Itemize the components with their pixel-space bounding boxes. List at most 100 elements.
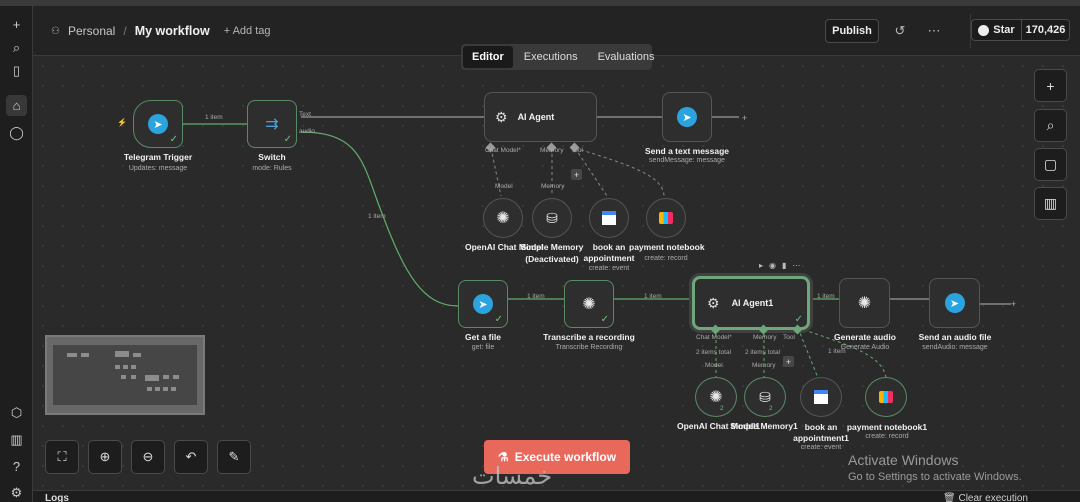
node-ai-agent[interactable]: ⚙ AI Agent: [484, 92, 597, 142]
zoom-in-icon[interactable]: ⊕: [88, 440, 122, 474]
node-send-audio[interactable]: ➤: [929, 278, 980, 328]
telegram-icon: ➤: [148, 114, 168, 134]
sticky-note-icon[interactable]: ▢: [1034, 148, 1067, 181]
panel-icon[interactable]: ▯: [6, 60, 27, 81]
node-sublabel: sendMessage: message: [649, 157, 725, 164]
history-icon[interactable]: ↺: [890, 21, 910, 41]
add-tool-button[interactable]: +: [783, 356, 794, 367]
port-label: Chat Model*: [485, 147, 521, 154]
database-icon: ⛁: [759, 388, 771, 405]
minimap-node: [131, 365, 136, 369]
node-label: AI Agent1: [731, 297, 774, 308]
node-transcribe[interactable]: ✺ ✓: [564, 280, 614, 328]
add-node-icon[interactable]: +: [1034, 69, 1067, 102]
star-count: 170,426: [1025, 24, 1066, 36]
tab-executions[interactable]: Executions: [515, 46, 587, 68]
node-openai-chat-model1[interactable]: ✺ 2: [695, 377, 737, 417]
node-label: Transcribe a recording: [543, 332, 635, 342]
minimap-node: [123, 365, 128, 369]
tab-editor[interactable]: Editor: [463, 46, 513, 68]
telegram-icon: ➤: [677, 107, 697, 127]
breadcrumb-project[interactable]: Personal: [68, 24, 115, 38]
breadcrumb: ⚇ Personal / My workflow + Add tag: [51, 24, 271, 38]
node-sublabel: create: record: [865, 433, 909, 440]
tidy-up-icon[interactable]: ✎: [217, 440, 251, 474]
add-tag-link[interactable]: + Add tag: [224, 25, 271, 37]
chart-icon[interactable]: ▥: [6, 429, 27, 450]
openai-icon: ✺: [496, 210, 510, 227]
workflow-canvas[interactable]: ⚡ ➤ ✓ Telegram Trigger Updates: message …: [33, 56, 1080, 490]
tab-evaluations[interactable]: Evaluations: [589, 46, 664, 68]
node-ai-agent1[interactable]: ⚙ AI Agent1 ✓: [692, 276, 810, 330]
add-node-button[interactable]: +: [739, 112, 750, 123]
switch-output-text: Text: [299, 111, 311, 118]
openai-icon: ✺: [857, 295, 872, 312]
fit-view-icon[interactable]: ⛶: [45, 440, 79, 474]
view-tabs: Editor Executions Evaluations: [461, 44, 654, 70]
node-label: book an: [804, 422, 838, 432]
workflow-name[interactable]: My workflow: [135, 24, 210, 38]
telegram-icon: ➤: [473, 294, 493, 314]
node-book-appointment1[interactable]: [800, 377, 842, 417]
logs-panel[interactable]: Logs 🗑 Clear execution: [33, 490, 1080, 502]
zoom-out-icon[interactable]: ⊖: [131, 440, 165, 474]
minimap-node: [121, 375, 126, 379]
node-label: Telegram Trigger: [123, 152, 193, 162]
edge-label: 1 item: [527, 293, 545, 300]
minimap-node: [163, 387, 168, 391]
port-label: Chat Model*: [696, 334, 732, 341]
clear-execution-button[interactable]: 🗑 Clear execution: [943, 493, 1028, 502]
minimap-node: [133, 353, 141, 357]
add-tool-button[interactable]: +: [571, 169, 582, 180]
node-book-appointment[interactable]: [589, 198, 629, 238]
settings-icon[interactable]: ⚙: [6, 482, 27, 502]
airtable-icon: [879, 391, 893, 403]
search-nodes-icon[interactable]: ⌕: [1034, 109, 1067, 142]
trigger-bolt-icon: ⚡: [117, 118, 127, 127]
search-icon[interactable]: ⌕: [6, 37, 27, 58]
cube-icon[interactable]: ⬡: [6, 402, 27, 423]
watermark-line2: Go to Settings to activate Windows.: [848, 471, 1022, 483]
node-get-file[interactable]: ➤ ✓: [458, 280, 508, 328]
add-node-button[interactable]: +: [1008, 298, 1019, 309]
side-panel-icon[interactable]: ▥: [1034, 187, 1067, 220]
minimap-node: [115, 351, 129, 357]
clear-execution-label: Clear execution: [958, 493, 1028, 502]
edge-label: 1 item: [817, 293, 835, 300]
add-icon[interactable]: +: [6, 14, 27, 35]
more-options-icon[interactable]: ⋯: [924, 21, 944, 41]
node-label: Send a text message: [644, 146, 730, 156]
minimap-node: [173, 375, 179, 379]
edge-label: Model: [705, 362, 723, 369]
success-check-icon: ✓: [283, 134, 292, 145]
node-simple-memory1[interactable]: ⛁ 2: [744, 377, 786, 417]
node-toolbar[interactable]: ▸◉▮⋯: [759, 261, 806, 270]
calendar-icon: [602, 211, 616, 225]
node-sublabel: create: record: [644, 255, 688, 262]
node-switch[interactable]: ⇉ ✓: [247, 100, 297, 148]
node-label: payment notebook: [629, 242, 705, 252]
node-simple-memory[interactable]: ⛁: [532, 198, 572, 238]
home-icon[interactable]: ⌂: [6, 95, 27, 116]
items-count: 2 items total: [745, 349, 781, 356]
help-icon[interactable]: ?: [6, 456, 27, 477]
node-openai-chat-model[interactable]: ✺: [483, 198, 523, 238]
publish-button[interactable]: Publish: [825, 19, 879, 43]
run-count: 2: [720, 405, 724, 412]
edge-label: Model: [495, 183, 513, 190]
node-sublabel: sendAudio: message: [922, 344, 988, 351]
node-generate-audio[interactable]: ✺: [839, 278, 890, 328]
node-payment-notebook1[interactable]: [865, 377, 907, 417]
node-payment-notebook[interactable]: [646, 198, 686, 238]
minimap[interactable]: [45, 335, 205, 415]
openai-icon: ✺: [709, 389, 723, 406]
node-telegram-trigger[interactable]: ➤ ✓: [133, 100, 183, 148]
windows-watermark: Activate Windows Go to Settings to activ…: [848, 452, 1022, 483]
port-label: Tool: [783, 334, 795, 341]
undo-icon[interactable]: ↶: [174, 440, 208, 474]
node-label: Get a file: [465, 332, 501, 342]
github-star-button[interactable]: Star 170,426: [971, 19, 1070, 41]
minimap-node: [67, 353, 77, 357]
node-send-text[interactable]: ➤: [662, 92, 712, 142]
chat-icon[interactable]: ◯: [6, 122, 27, 143]
